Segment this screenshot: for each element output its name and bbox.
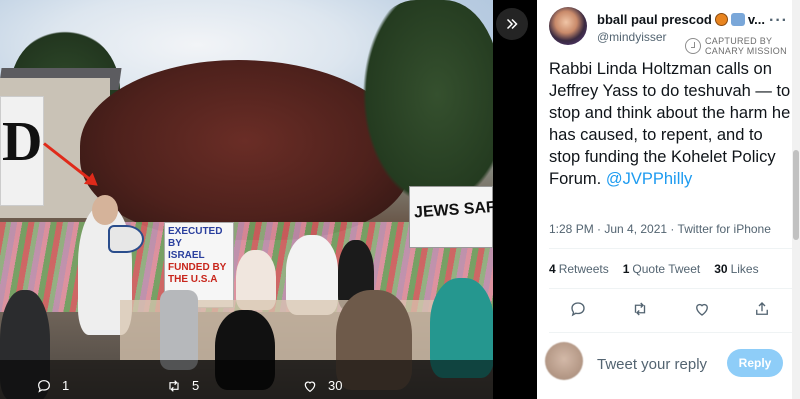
current-user-avatar [545, 342, 583, 380]
reply-button[interactable] [569, 300, 587, 318]
media-like-count: 30 [328, 378, 343, 393]
share-icon [756, 302, 768, 315]
media-reply-button[interactable]: 1 [36, 378, 69, 394]
photo-speaker-head [92, 195, 118, 225]
wheelchair-icon [730, 13, 745, 26]
author-display-name-suffix: v... [747, 12, 765, 27]
canary-mission-badge: CAPTURED BY CANARY MISSION [685, 36, 787, 56]
reply-icon [571, 302, 585, 317]
badge-line-1: CAPTURED BY [705, 36, 773, 46]
retweet-button[interactable] [631, 300, 649, 318]
tweet-stats: 4 Retweets 1 Quote Tweet 30 Likes [549, 262, 759, 276]
share-button[interactable] [753, 300, 771, 318]
heart-icon [304, 381, 316, 392]
sign-line: EXECUTED [168, 226, 223, 237]
quotes-stat[interactable]: 1 Quote Tweet [623, 262, 701, 276]
tweet-detail-panel: bball paul prescod v... @mindyisser ··· … [537, 0, 800, 399]
reply-icon [38, 379, 50, 393]
tweet-photo[interactable]: D JEWS SAFREE P EXECUTED BY ISRAEL FUNDE… [0, 0, 493, 399]
author-display-name: bball paul prescod [597, 12, 712, 27]
checkmark-circle-icon [685, 38, 701, 54]
expand-panel-button[interactable] [496, 8, 528, 40]
media-viewer: D JEWS SAFREE P EXECUTED BY ISRAEL FUNDE… [0, 0, 537, 399]
tweet-header: bball paul prescod v... @mindyisser ··· … [549, 6, 792, 56]
quotes-count: 1 [622, 262, 630, 276]
author-handle[interactable]: @mindyisser [597, 30, 667, 44]
tweet-timestamp[interactable]: 1:28 PM · Jun 4, 2021 · Twitter for iPho… [549, 222, 771, 236]
likes-count: 30 [714, 262, 728, 276]
tweet-action-bar [549, 300, 792, 322]
quotes-label: Quote Tweet [632, 262, 701, 276]
scrollbar[interactable] [792, 0, 800, 399]
badge-line-2: CANARY MISSION [705, 46, 787, 56]
photo-tree-right [360, 0, 493, 210]
media-like-button[interactable]: 30 [302, 378, 342, 394]
scrollbar-thumb[interactable] [793, 150, 799, 240]
retweet-icon [169, 379, 179, 392]
retweet-icon [634, 302, 646, 316]
photo-protest-sign-text: EXECUTED BY ISRAEL FUNDED BY THE U.S.A [168, 226, 232, 286]
likes-stat[interactable]: 30 Likes [714, 262, 758, 276]
tweet-body-text: Rabbi Linda Holtzman calls on Jeffrey Ya… [549, 60, 791, 188]
author-avatar[interactable] [549, 7, 587, 45]
photo-megaphone [108, 225, 144, 253]
divider [549, 288, 792, 289]
photo-banner-left-text: D [2, 111, 43, 173]
sign-line: ISRAEL [168, 250, 205, 261]
basketball-icon [714, 13, 728, 26]
media-retweet-count: 5 [192, 378, 200, 393]
retweets-count: 4 [549, 262, 556, 276]
likes-label: Likes [730, 262, 759, 276]
like-button[interactable] [693, 300, 711, 318]
author-name[interactable]: bball paul prescod v... [597, 12, 765, 27]
media-reply-count: 1 [62, 378, 70, 393]
tweet-body: Rabbi Linda Holtzman calls on Jeffrey Ya… [549, 58, 792, 190]
media-action-bar: 1 5 30 [0, 372, 493, 399]
double-chevron-right-icon [506, 18, 518, 30]
divider [549, 248, 792, 249]
sign-line: FUNDED BY [168, 262, 227, 273]
more-options-button[interactable]: ··· [769, 12, 788, 30]
reply-input[interactable]: Tweet your reply [597, 356, 707, 373]
mention-link[interactable]: @JVPPhilly [606, 170, 692, 188]
retweets-label: Retweets [558, 262, 609, 276]
heart-icon [696, 303, 708, 316]
retweets-stat[interactable]: 4 Retweets [549, 262, 609, 276]
media-retweet-button[interactable]: 5 [166, 378, 199, 394]
reply-submit-button[interactable]: Reply [727, 349, 783, 377]
badge-text: CAPTURED BY CANARY MISSION [705, 36, 787, 56]
photo-lamp [160, 290, 198, 370]
divider [549, 332, 792, 333]
sign-line: BY [168, 238, 182, 249]
sign-line: THE U.S.A [168, 274, 218, 285]
